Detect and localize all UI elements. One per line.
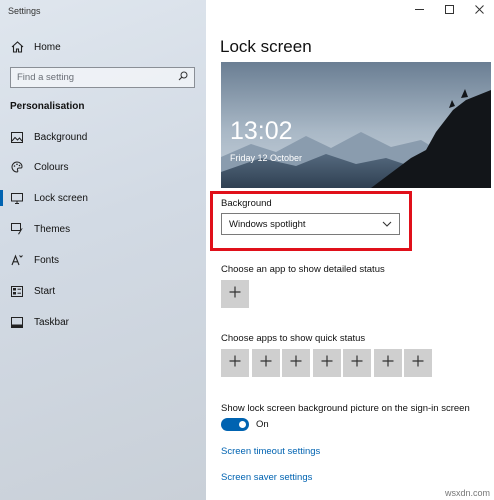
window-controls	[404, 0, 494, 22]
sidebar-item-home[interactable]: Home	[0, 34, 206, 60]
watermark: wsxdn.com	[444, 488, 490, 498]
close-button[interactable]	[464, 0, 494, 22]
plus-icon	[260, 354, 272, 372]
plus-icon	[229, 285, 241, 303]
plus-icon	[351, 354, 363, 372]
search-icon[interactable]	[178, 71, 188, 84]
plus-icon	[412, 354, 424, 372]
add-quick-status-app-button[interactable]	[373, 349, 402, 377]
screen-saver-settings-link[interactable]: Screen saver settings	[221, 472, 312, 483]
signin-background-toggle[interactable]	[221, 418, 249, 431]
quick-status-label: Choose apps to show quick status	[221, 333, 366, 344]
add-quick-status-app-button[interactable]	[312, 349, 341, 377]
sidebar-item-themes[interactable]: Themes	[0, 216, 206, 242]
sidebar-item-fonts[interactable]: Fonts	[0, 247, 206, 273]
preview-time: 13:02	[230, 117, 293, 145]
plus-icon	[382, 354, 394, 372]
sidebar-item-lock-screen[interactable]: Lock screen	[0, 185, 206, 211]
sidebar-item-label: Home	[34, 41, 61, 53]
toggle-knob	[239, 421, 246, 428]
palette-icon	[9, 159, 25, 175]
sidebar-item-label: Themes	[34, 223, 71, 235]
plus-icon	[229, 354, 241, 372]
taskbar-icon	[9, 314, 25, 330]
minimize-icon	[414, 5, 424, 17]
background-dropdown[interactable]: Windows spotlight	[221, 213, 400, 235]
monitor-icon	[9, 190, 25, 206]
start-icon	[9, 283, 25, 299]
screen-timeout-settings-link[interactable]: Screen timeout settings	[221, 446, 320, 457]
page-title: Lock screen	[220, 37, 312, 56]
plus-icon	[321, 354, 333, 372]
sidebar-item-start[interactable]: Start	[0, 278, 206, 304]
add-quick-status-app-button[interactable]	[404, 349, 432, 377]
sidebar-item-label: Lock screen	[34, 192, 88, 204]
sidebar-item-label: Start	[34, 285, 56, 297]
detailed-status-label: Choose an app to show detailed status	[221, 264, 385, 275]
background-label: Background	[221, 198, 272, 209]
section-heading: Personalisation	[10, 101, 85, 112]
add-detailed-status-app-button[interactable]	[221, 280, 249, 308]
sidebar-item-label: Background	[34, 131, 88, 143]
brush-icon	[9, 221, 25, 237]
home-icon	[9, 39, 25, 55]
sidebar-item-colours[interactable]: Colours	[0, 154, 206, 180]
sidebar: Settings Home Personalisation Background…	[0, 0, 206, 500]
sidebar-item-label: Taskbar	[34, 316, 70, 328]
sidebar-item-label: Fonts	[34, 254, 60, 266]
search-input[interactable]	[17, 72, 167, 83]
maximize-button[interactable]	[434, 0, 464, 22]
lock-screen-preview: 13:02 Friday 12 October	[221, 62, 491, 188]
picture-icon	[9, 129, 25, 145]
search-field[interactable]	[10, 67, 195, 88]
toggle-state-label: On	[256, 419, 269, 430]
minimize-button[interactable]	[404, 0, 434, 22]
sidebar-item-label: Colours	[34, 161, 69, 173]
maximize-icon	[444, 5, 454, 17]
add-quick-status-app-button[interactable]	[343, 349, 371, 377]
font-icon	[9, 252, 25, 268]
signin-background-label: Show lock screen background picture on t…	[221, 403, 470, 414]
window-title: Settings	[8, 6, 41, 16]
add-quick-status-app-button[interactable]	[251, 349, 280, 377]
chevron-down-icon	[382, 219, 392, 230]
add-quick-status-app-button[interactable]	[221, 349, 249, 377]
background-dropdown-value: Windows spotlight	[229, 218, 306, 230]
preview-date: Friday 12 October	[230, 153, 303, 163]
sidebar-item-background[interactable]: Background	[0, 124, 206, 150]
close-icon	[474, 5, 484, 17]
sidebar-item-taskbar[interactable]: Taskbar	[0, 309, 206, 335]
plus-icon	[290, 354, 302, 372]
add-quick-status-app-button[interactable]	[282, 349, 310, 377]
